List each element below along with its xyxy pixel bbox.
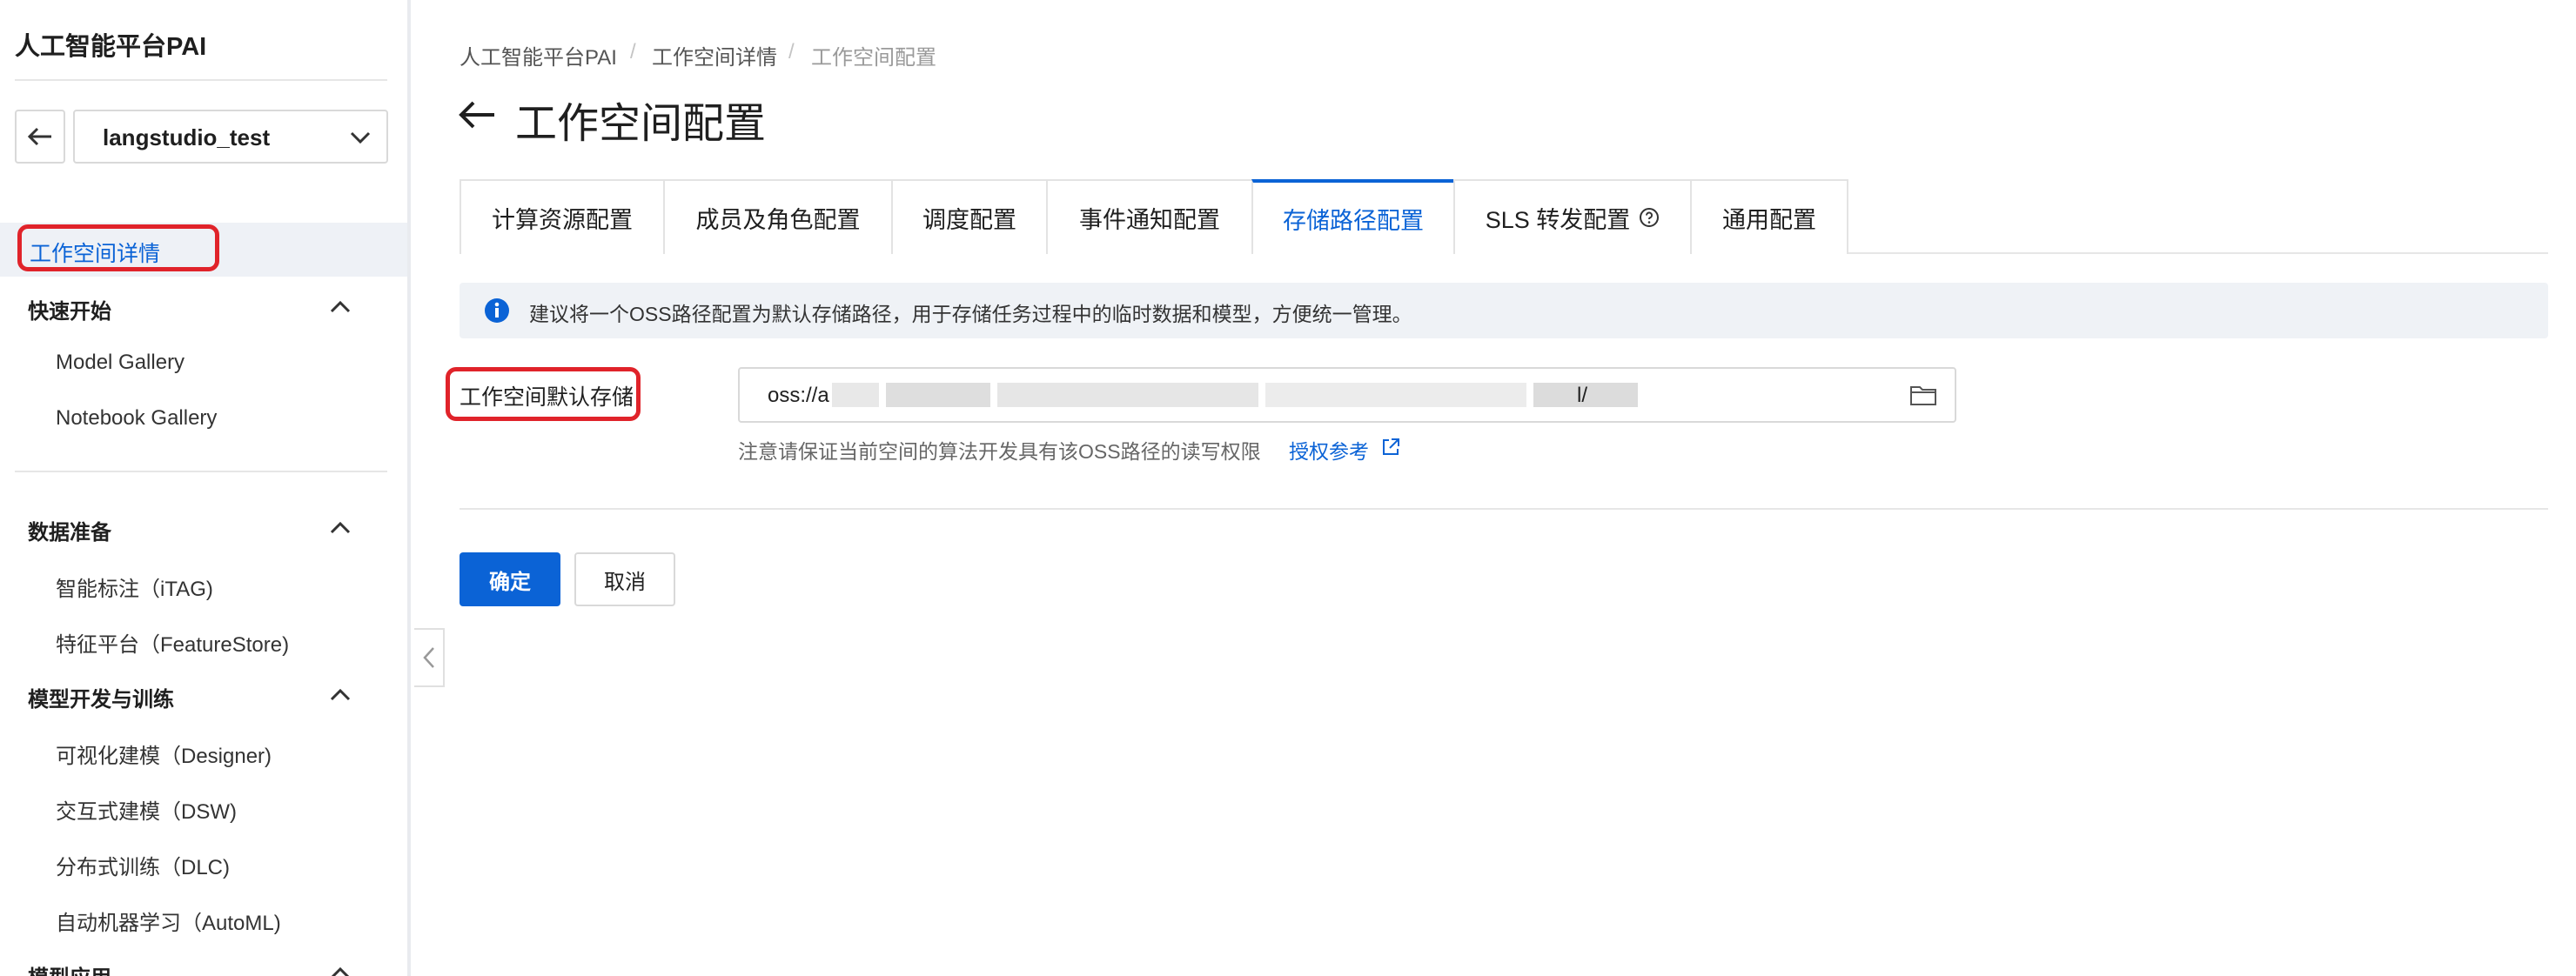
workspace-name: langstudio_test xyxy=(103,124,271,150)
sidebar: 人工智能平台PAI langstudio_test 工作空间详情 快速开始 Mo… xyxy=(0,0,411,976)
breadcrumb-item[interactable]: 工作空间详情 xyxy=(652,40,777,70)
divider xyxy=(15,79,387,81)
permission-hint: 注意请保证当前空间的算法开发具有该OSS路径的读写权限 xyxy=(738,440,1261,463)
sidebar-item-model-gallery[interactable]: Model Gallery xyxy=(56,351,184,375)
breadcrumb-separator: / xyxy=(788,40,795,64)
workspace-select[interactable]: langstudio_test xyxy=(73,110,388,164)
app-title: 人工智能平台PAI xyxy=(15,33,207,61)
info-icon xyxy=(485,298,509,323)
sidebar-item-dlc[interactable]: 分布式训练（DLC) xyxy=(56,850,230,880)
nav-group-model-dev[interactable]: 模型开发与训练 xyxy=(28,682,174,712)
highlight-box xyxy=(446,367,641,421)
chevron-down-icon xyxy=(350,131,371,144)
folder-icon[interactable] xyxy=(1909,383,1937,407)
storage-path-suffix: l/ xyxy=(1577,384,1587,407)
chevron-up-icon[interactable] xyxy=(326,518,354,536)
tab-scheduling[interactable]: 调度配置 xyxy=(891,179,1048,254)
back-button[interactable] xyxy=(15,110,65,164)
redacted-region xyxy=(886,383,990,407)
redacted-region xyxy=(1265,383,1526,407)
highlight-box xyxy=(17,224,219,271)
sidebar-item-dsw[interactable]: 交互式建模（DSW) xyxy=(56,794,237,825)
sidebar-item-notebook-gallery[interactable]: Notebook Gallery xyxy=(56,406,217,431)
chevron-up-icon[interactable] xyxy=(326,964,354,976)
nav-group-model-app[interactable]: 模型应用 xyxy=(28,960,111,976)
cancel-button[interactable]: 取消 xyxy=(574,552,675,606)
tab-event-notification[interactable]: 事件通知配置 xyxy=(1046,179,1253,254)
help-circle-icon[interactable] xyxy=(1639,207,1660,228)
breadcrumb-item[interactable]: 人工智能平台PAI xyxy=(460,40,617,70)
tab-storage-path[interactable]: 存储路径配置 xyxy=(1251,179,1455,254)
sidebar-item-itag[interactable]: 智能标注（iTAG) xyxy=(56,572,213,602)
nav-group-data-prep[interactable]: 数据准备 xyxy=(28,515,111,545)
authorization-reference-link[interactable]: 授权参考 xyxy=(1289,435,1369,465)
tab-compute-resources[interactable]: 计算资源配置 xyxy=(460,179,665,254)
chevron-left-icon xyxy=(422,647,434,668)
breadcrumb-current: 工作空间配置 xyxy=(811,46,936,70)
chevron-up-icon[interactable] xyxy=(326,297,354,315)
external-link-icon[interactable] xyxy=(1381,438,1400,457)
redacted-region xyxy=(997,383,1258,407)
nav-group-quick-start[interactable]: 快速开始 xyxy=(28,294,111,324)
tab-sls-label: SLS 转发配置 xyxy=(1485,206,1631,233)
storage-path-prefix: oss://a xyxy=(768,384,829,407)
default-storage-input[interactable]: oss://a l/ xyxy=(738,367,1956,423)
sidebar-item-automl[interactable]: 自动机器学习（AutoML) xyxy=(56,906,281,936)
info-text: 建议将一个OSS路径配置为默认存储路径，用于存储任务过程中的临时数据和模型，方便… xyxy=(529,303,1412,325)
info-alert: 建议将一个OSS路径配置为默认存储路径，用于存储任务过程中的临时数据和模型，方便… xyxy=(460,283,2548,338)
tab-sls-forwarding[interactable]: SLS 转发配置 xyxy=(1453,179,1692,254)
sidebar-item-featurestore[interactable]: 特征平台（FeatureStore) xyxy=(56,627,289,658)
sidebar-item-designer[interactable]: 可视化建模（Designer) xyxy=(56,739,272,769)
page-title: 工作空间配置 xyxy=(515,101,767,147)
arrow-left-icon xyxy=(27,127,51,146)
divider xyxy=(15,471,387,472)
tab-members-roles[interactable]: 成员及角色配置 xyxy=(663,179,893,254)
chevron-up-icon[interactable] xyxy=(326,685,354,703)
tab-general[interactable]: 通用配置 xyxy=(1690,179,1848,254)
sidebar-collapse-button[interactable] xyxy=(414,628,445,687)
arrow-left-icon[interactable] xyxy=(458,99,496,130)
breadcrumb-separator: / xyxy=(630,40,636,64)
redacted-region xyxy=(832,383,879,407)
confirm-button[interactable]: 确定 xyxy=(460,552,560,606)
divider xyxy=(460,508,2548,510)
